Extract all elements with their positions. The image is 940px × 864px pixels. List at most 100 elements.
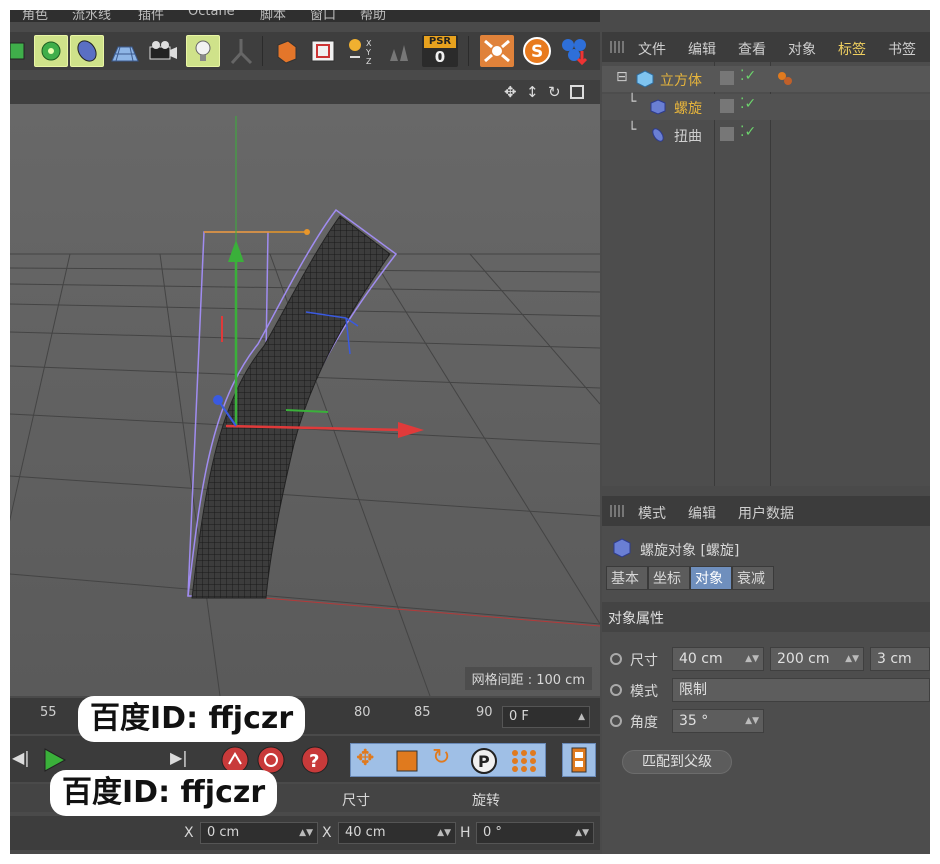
- spinner-icon[interactable]: ▲▼: [575, 823, 589, 843]
- current-frame-value: 0 F: [509, 709, 529, 724]
- om-menu-objects[interactable]: 对象: [788, 39, 816, 59]
- fit-to-parent-button[interactable]: 匹配到父级: [622, 750, 732, 774]
- section-header: 对象属性: [602, 602, 930, 632]
- locked-axis-icon[interactable]: [382, 35, 416, 67]
- mode-animate-radio[interactable]: [610, 684, 622, 696]
- menu-item-script[interactable]: 脚本: [260, 10, 286, 22]
- film-strip-icon[interactable]: [562, 743, 596, 777]
- menu-item-help[interactable]: 帮助: [360, 10, 386, 22]
- menu-item-character[interactable]: 角色: [22, 10, 48, 22]
- om-menu-edit[interactable]: 编辑: [688, 39, 716, 59]
- object-row-bend[interactable]: └ 扭曲 ⁚✓: [602, 122, 930, 148]
- size-x-input[interactable]: 40 cm ▲▼: [672, 647, 764, 671]
- spinner-icon[interactable]: ▲▼: [299, 823, 313, 843]
- object-name[interactable]: 螺旋: [674, 98, 702, 118]
- tab-falloff[interactable]: 衰减: [732, 566, 774, 590]
- svg-text:Y: Y: [365, 48, 371, 57]
- camera-icon[interactable]: [146, 35, 180, 67]
- tab-coord[interactable]: 坐标: [648, 566, 690, 590]
- last-frame-icon[interactable]: ▶|: [170, 748, 188, 767]
- spinner-icon[interactable]: ▲▼: [745, 648, 759, 670]
- timeline-tick: 80: [354, 705, 371, 720]
- position-x-field[interactable]: 0 cm ▲▼: [200, 822, 318, 844]
- size-y-input[interactable]: 200 cm ▲▼: [770, 647, 864, 671]
- toolbar-separator: [468, 36, 469, 66]
- help-icon[interactable]: ?: [300, 745, 330, 775]
- size-x-field[interactable]: 40 cm ▲▼: [338, 822, 456, 844]
- mode-value: 限制: [679, 682, 707, 698]
- layer-swatch-icon[interactable]: [720, 71, 734, 85]
- tree-collapse-icon[interactable]: ⊟: [616, 69, 628, 85]
- maximize-view-icon[interactable]: [570, 85, 584, 99]
- size-z-input[interactable]: 3 cm: [870, 647, 930, 671]
- menu-item-octane[interactable]: Octane: [188, 10, 235, 19]
- render-cube-icon[interactable]: [268, 35, 302, 67]
- object-name[interactable]: 扭曲: [674, 126, 702, 146]
- light-icon[interactable]: [186, 35, 220, 67]
- angle-animate-radio[interactable]: [610, 715, 622, 727]
- mode-dropdown[interactable]: 限制: [672, 678, 930, 702]
- param-key-icon[interactable]: P: [470, 747, 498, 775]
- deformer-icon[interactable]: [224, 35, 258, 67]
- size-x-value: 40 cm: [345, 825, 386, 840]
- scale-key-icon[interactable]: [394, 748, 420, 774]
- current-frame-field[interactable]: 0 F ▲: [502, 706, 590, 728]
- move-view-icon[interactable]: ✥: [504, 83, 517, 101]
- layer-swatch-icon[interactable]: [720, 127, 734, 141]
- enabled-check-icon[interactable]: ⁚✓: [740, 124, 756, 140]
- spinner-icon[interactable]: ▲▼: [437, 823, 451, 843]
- move-key-icon[interactable]: ✥: [356, 746, 374, 771]
- tab-object[interactable]: 对象: [690, 566, 732, 590]
- toolbar-separator: [262, 36, 263, 66]
- tab-basic[interactable]: 基本: [606, 566, 648, 590]
- tag-material-icon[interactable]: [776, 70, 796, 88]
- rotate-key-icon[interactable]: ↻: [432, 745, 450, 770]
- rotate-view-icon[interactable]: ↻: [548, 83, 561, 101]
- am-menu-mode[interactable]: 模式: [638, 503, 666, 523]
- frame-spinner-icon[interactable]: ▲: [578, 707, 585, 727]
- enabled-check-icon[interactable]: ⁚✓: [740, 68, 756, 84]
- axis-xyz-icon[interactable]: XYZ: [344, 35, 378, 67]
- prev-key-icon[interactable]: ◀|: [12, 748, 30, 767]
- menu-item-window[interactable]: 窗口: [310, 10, 336, 22]
- plane-grid-icon[interactable]: [108, 35, 142, 67]
- gear-flower-icon[interactable]: [34, 35, 68, 67]
- psr-icon[interactable]: PSR 0: [422, 35, 458, 67]
- am-menu-userdata[interactable]: 用户数据: [738, 503, 794, 523]
- deformer-handle[interactable]: [304, 229, 310, 235]
- om-menu-tags[interactable]: 标签: [838, 39, 866, 59]
- 3d-viewport[interactable]: 网格间距 : 100 cm: [10, 104, 601, 697]
- om-menu-file[interactable]: 文件: [638, 39, 666, 59]
- size-animate-radio[interactable]: [610, 653, 622, 665]
- point-level-icon[interactable]: [510, 748, 538, 774]
- object-manager-menu: 文件 编辑 查看 对象 标签 书签: [602, 32, 930, 62]
- angle-input[interactable]: 35 ° ▲▼: [672, 709, 764, 733]
- am-menu-edit[interactable]: 编辑: [688, 503, 716, 523]
- menu-item-plugins[interactable]: 插件: [138, 10, 164, 22]
- timeline-tick: 85: [414, 705, 431, 720]
- panel-grip-icon[interactable]: [610, 505, 626, 517]
- object-row-twist[interactable]: └ 螺旋 ⁚✓: [602, 94, 930, 120]
- object-name[interactable]: 立方体: [660, 70, 702, 90]
- panel-grip-icon[interactable]: [610, 41, 626, 53]
- om-menu-view[interactable]: 查看: [738, 39, 766, 59]
- menu-item-pipeline[interactable]: 流水线: [72, 10, 111, 22]
- twist-deformer-icon: [613, 538, 631, 558]
- viewport-header: ✥ ↕ ↻: [10, 80, 600, 104]
- spinner-icon[interactable]: ▲▼: [745, 710, 759, 732]
- size-label: 尺寸: [630, 653, 658, 669]
- pan-view-icon[interactable]: ↕: [526, 83, 539, 101]
- enabled-check-icon[interactable]: ⁚✓: [740, 96, 756, 112]
- layer-swatch-icon[interactable]: [720, 99, 734, 113]
- object-row-cube[interactable]: ⊟ 立方体 ⁚✓: [602, 66, 930, 92]
- tree-branch-icon: └: [628, 122, 637, 138]
- rotation-h-field[interactable]: 0 ° ▲▼: [476, 822, 594, 844]
- size-z-value: 3 cm: [877, 651, 912, 667]
- s-plugin-icon[interactable]: S: [520, 35, 554, 67]
- molecule-icon[interactable]: [558, 35, 592, 67]
- render-settings-icon[interactable]: [306, 35, 340, 67]
- om-menu-bookmarks[interactable]: 书签: [888, 39, 916, 59]
- nurbs-icon[interactable]: [70, 35, 104, 67]
- spinner-icon[interactable]: ▲▼: [845, 648, 859, 670]
- snap-icon[interactable]: [480, 35, 514, 67]
